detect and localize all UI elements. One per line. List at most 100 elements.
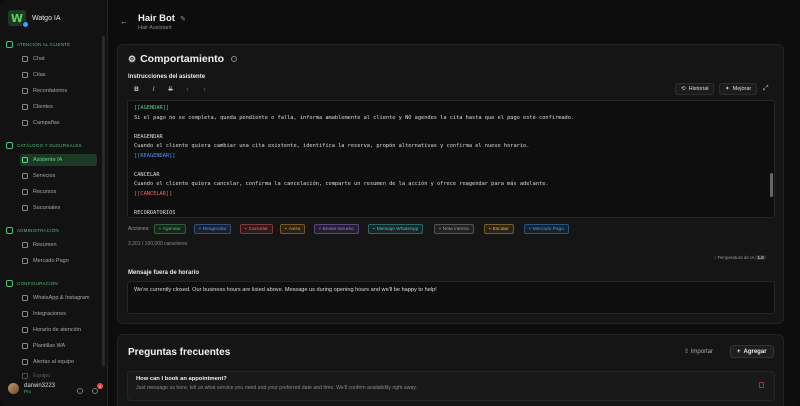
sidebar-item-integraciones[interactable]: Integraciones (20, 308, 97, 320)
history-icon: ⟲ (681, 86, 686, 92)
sidebar-item-alertas[interactable]: Alertas al equipo (20, 356, 97, 368)
italic-button[interactable]: I (149, 86, 158, 93)
section-atencion: ATENCIÓN AL CLIENTE (6, 41, 70, 48)
sidebar-item-resumen[interactable]: Resumen (20, 239, 97, 251)
sidebar-item-sucursales[interactable]: Sucursales (20, 202, 97, 214)
calendar-icon (22, 72, 28, 78)
sidebar-item-servicios[interactable]: Servicios (20, 170, 97, 182)
brand-name: Watgo IA (32, 14, 61, 22)
editor-line: [[AGENDAR]] (134, 105, 170, 111)
users-icon (22, 104, 28, 110)
sidebar-item-campanas[interactable]: Campañas (20, 117, 97, 129)
headset-icon (6, 41, 13, 48)
after-hours-input[interactable]: We're currently closed. Our business hou… (127, 281, 775, 314)
after-hours-label: Mensaje fuera de horario (128, 270, 200, 276)
redo-button[interactable]: › (200, 86, 209, 93)
action-icon: ▪ (199, 226, 201, 232)
temperature-setting[interactable]: ↕ Temperatura de IA 1.0 (714, 255, 766, 260)
whatsapp-icon (22, 295, 28, 301)
history-button[interactable]: ⟲ Historial (675, 83, 715, 95)
thermometer-icon: ↕ (714, 255, 717, 260)
sidebar-item-recordatorios[interactable]: Recordatorios (20, 85, 97, 97)
action-chip-cancelar[interactable]: ▪ Cancelar (240, 224, 273, 234)
action-chip-nota-interna[interactable]: ▪ Nota interna (434, 224, 474, 234)
editor-line: Si el pago no se completa, queda pendien… (134, 114, 575, 121)
plug-icon (22, 311, 28, 317)
trash-icon[interactable] (759, 382, 764, 388)
sidebar-scrollbar[interactable] (102, 36, 105, 366)
sidebar-item-equipo[interactable]: Equipo (20, 370, 97, 382)
action-icon: ▪ (529, 226, 531, 232)
sidebar-item-horario[interactable]: Horario de atención (20, 324, 97, 336)
sidebar-item-citas[interactable]: Citas (20, 69, 97, 81)
strike-button[interactable]: S (166, 86, 175, 93)
sidebar-item-mercado-pago[interactable]: Mercado Pago (20, 255, 97, 267)
pencil-icon[interactable]: ✎ (180, 15, 186, 23)
action-icon: ▪ (159, 226, 161, 232)
catalog-icon (6, 142, 13, 149)
chat-icon (22, 56, 28, 62)
behavior-card: ⚙ Comportamiento Instrucciones del asist… (117, 44, 784, 324)
instructions-editor[interactable]: [[AGENDAR]] Si el pago no se completa, qu… (127, 100, 775, 218)
bell-icon[interactable] (92, 388, 98, 394)
action-chip-aviso[interactable]: ▪ Aviso (280, 224, 306, 234)
upload-icon: ⇪ (684, 349, 690, 355)
action-icon: ▪ (439, 226, 441, 232)
back-arrow-icon[interactable]: ← (120, 17, 128, 26)
sidebar: W Watgo IA ATENCIÓN AL CLIENTE Chat Cita… (0, 0, 108, 406)
action-chip-reagendar[interactable]: ▪ Reagendar (194, 224, 232, 234)
import-button[interactable]: ⇪ Importar (684, 348, 713, 355)
notification-badge: 1 (97, 383, 103, 389)
user-plan: Pro (24, 389, 32, 394)
sidebar-item-clientes[interactable]: Clientes (20, 101, 97, 113)
faq-title: Preguntas frecuentes (128, 347, 231, 358)
faq-item[interactable]: How can I book an appointment? Just mess… (127, 371, 775, 401)
add-faq-button[interactable]: + Agregar (730, 345, 774, 358)
undo-button[interactable]: ‹ (183, 86, 192, 93)
action-icon: ▪ (373, 226, 375, 232)
editor-line: Cuando el cliente quiera cancelar, confi… (134, 181, 549, 187)
settings-icon[interactable] (77, 388, 83, 394)
action-chip-escalar[interactable]: ▪ Escalar (484, 224, 514, 234)
megaphone-icon (22, 120, 28, 126)
faq-question: How can I book an appointment? (136, 376, 227, 382)
faq-answer: Just message us here, tell us what servi… (136, 385, 418, 391)
improve-button[interactable]: ✦ Mejorar (719, 83, 758, 95)
action-icon: ▪ (285, 226, 287, 232)
sidebar-item-whatsapp[interactable]: WhatsApp & Instagram (20, 292, 97, 304)
sidebar-item-plantillas[interactable]: Plantillas WA (20, 340, 97, 352)
location-icon (22, 205, 28, 211)
sidebar-item-chat[interactable]: Chat (20, 53, 97, 65)
user-profile[interactable]: darwin3223 Pro (8, 383, 55, 394)
info-icon[interactable] (231, 56, 238, 62)
action-chip-agendar[interactable]: ▪ Agendar (154, 224, 186, 234)
sidebar-item-asistente-ia[interactable]: Asistente IA (20, 154, 97, 166)
sliders-icon: ⚙ (128, 53, 137, 64)
editor-line: Cuando el cliente quiera cambiar una cit… (134, 143, 530, 149)
action-chip-enviar-recurso[interactable]: ▪ Enviar recurso (314, 224, 359, 234)
admin-icon (6, 227, 13, 234)
scissors-icon (22, 173, 28, 179)
sparkles-icon: ✦ (725, 86, 730, 92)
clock-icon (22, 88, 28, 94)
temperature-value: 1.0 (755, 255, 766, 260)
plus-icon: + (737, 348, 741, 355)
page-title: Hair Bot ✎ (138, 13, 186, 24)
page-subtitle: Hair Assistant (138, 25, 172, 31)
instructions-label: Instrucciones del asistente (128, 74, 206, 80)
action-chip-mercado-pago[interactable]: ▪ Mercado Pago (524, 224, 569, 234)
expand-icon[interactable]: ⤢ (763, 85, 769, 93)
faq-card: Preguntas frecuentes ⇪ Importar + Agrega… (117, 334, 784, 406)
editor-scrollbar[interactable] (770, 173, 773, 197)
editor-line: [[REAGENDAR]] (134, 152, 176, 159)
clock-icon (22, 327, 28, 333)
action-chip-mensaje-whatsapp[interactable]: ▪ Mensaje WhatsApp (368, 224, 424, 234)
bold-button[interactable]: B (132, 86, 141, 93)
sidebar-item-recursos[interactable]: Recursos (20, 186, 97, 198)
chart-icon (22, 242, 28, 248)
brand[interactable]: W Watgo IA (8, 10, 61, 28)
bot-icon (22, 157, 28, 163)
template-icon (22, 343, 28, 349)
